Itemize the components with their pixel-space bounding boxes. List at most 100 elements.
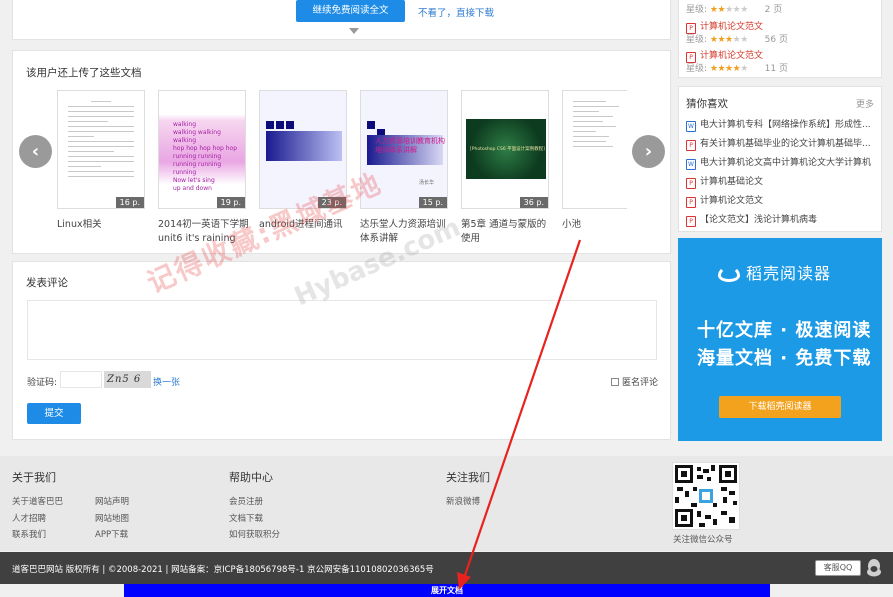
related-doc-meta: 星级: ★★★★★ 11 页 — [686, 64, 788, 74]
guess-item[interactable]: W 电大计算机专科【网络操作系统】形成性... — [686, 117, 878, 132]
captcha-image[interactable]: Zn5 6 — [104, 371, 151, 388]
footer-link[interactable]: 联系我们 — [12, 528, 46, 540]
comment-panel: 发表评论 验证码: Zn5 6 换一张 匿名评论 提交 — [12, 261, 671, 440]
page-count-badge: 23 p. — [317, 197, 346, 208]
doc-title[interactable]: 达乐堂人力资源培训体系讲解 — [360, 218, 452, 246]
captcha-input[interactable] — [60, 371, 102, 388]
qr-code-icon — [673, 463, 739, 529]
thumbnail-text: 人力资源培训教育机构 培训体系讲解 — [375, 137, 445, 154]
doc-card[interactable]: 人力资源培训教育机构 培训体系讲解 汤长华 15 p. 达乐堂人力资源培训体系讲… — [360, 90, 448, 246]
guess-item[interactable]: P 计算机基础论文 — [686, 174, 878, 189]
doc-carousel: 16 p. Linux相关 walking walking walking wa… — [57, 90, 627, 250]
footer-link[interactable]: APP下载 — [95, 528, 128, 540]
word-file-icon: W — [686, 159, 696, 170]
doc-thumbnail[interactable] — [562, 90, 627, 209]
comment-title: 发表评论 — [26, 277, 68, 289]
comment-textarea[interactable] — [27, 300, 657, 360]
pdf-file-icon: P — [686, 197, 696, 208]
footer-heading-help: 帮助中心 — [229, 471, 273, 484]
related-doc-item[interactable]: P 计算机论文范文 — [686, 48, 763, 63]
thumbnail-text: [Photoshop CS6 平面设计案例教程] — [470, 147, 545, 152]
qr-label: 关注微信公众号 — [673, 535, 733, 545]
doc-card[interactable]: 16 p. Linux相关 — [57, 90, 145, 232]
star-rating: ★★★★★ — [709, 5, 748, 15]
footer-link[interactable]: 会员注册 — [229, 495, 263, 507]
expand-document-bar[interactable]: 展开文档 — [124, 584, 770, 597]
continue-reading-panel: 继续免费阅读全文 不看了，直接下载 — [12, 0, 671, 40]
footer-link[interactable]: 如何获取积分 — [229, 528, 280, 540]
doc-title[interactable]: 小池 — [562, 218, 627, 232]
word-file-icon: W — [686, 121, 696, 132]
anonymous-label: 匿名评论 — [622, 378, 659, 388]
qq-penguin-icon[interactable] — [866, 559, 882, 577]
footer-heading-about: 关于我们 — [12, 471, 56, 484]
doc-thumbnail[interactable]: 16 p. — [57, 90, 145, 209]
thumbnail-subtext: 汤长华 — [419, 180, 435, 186]
docer-reader-ad[interactable]: 稻壳阅读器 十亿文库 · 极速阅读 海量文档 · 免费下载 下载稻壳阅读器 — [678, 238, 882, 441]
guess-item[interactable]: W 电大计算机论文高中计算机论文大学计算机 — [686, 155, 878, 170]
page-count-badge: 19 p. — [216, 197, 245, 208]
related-doc-item[interactable]: P 计算机论文范文 — [686, 19, 763, 34]
caret-down-icon[interactable] — [349, 28, 359, 34]
doc-thumbnail[interactable]: 人力资源培训教育机构 培训体系讲解 汤长华 15 p. — [360, 90, 448, 209]
checkbox-icon[interactable] — [611, 378, 619, 386]
carousel-next-button[interactable]: › — [632, 135, 665, 168]
doc-thumbnail[interactable]: 23 p. — [259, 90, 347, 209]
doc-title[interactable]: Linux相关 — [57, 218, 149, 232]
footer-heading-follow: 关注我们 — [446, 471, 490, 484]
user-uploads-panel: 该用户还上传了这些文档 ‹ 16 p. Linux相关 walking walk… — [12, 50, 671, 254]
related-docs-panel: 星级: ★★★★★ 2 页 P 计算机论文范文 星级: ★★★★★ 56 页 P计… — [678, 0, 882, 78]
doc-card[interactable]: walking walking walking walking hop hop … — [158, 90, 249, 246]
copyright-bar: 道客巴巴网站 版权所有 | ©2008-2021 | 网站备案：京ICP备180… — [0, 552, 893, 584]
page-count-badge: 36 p. — [519, 197, 548, 208]
copyright-text: 道客巴巴网站 版权所有 | ©2008-2021 | 网站备案：京ICP备180… — [12, 565, 434, 575]
page-count-badge: 15 p. — [418, 197, 447, 208]
site-footer: 关于我们 关于道客巴巴 网站声明 人才招聘 网站地图 联系我们 APP下载 帮助… — [0, 456, 893, 551]
doc-title[interactable]: 2014初一英语下学期unit6 it's raining — [158, 218, 250, 246]
wechat-qr-code — [672, 462, 740, 530]
docer-logo: 稻壳阅读器 — [718, 260, 831, 284]
footer-link[interactable]: 文档下载 — [229, 512, 263, 524]
download-reader-button[interactable]: 下载稻壳阅读器 — [719, 396, 841, 418]
more-link[interactable]: 更多 — [856, 97, 874, 110]
doc-thumbnail[interactable]: [Photoshop CS6 平面设计案例教程] 36 p. — [461, 90, 549, 209]
star-rating: ★★★★★ — [709, 35, 748, 45]
submit-button[interactable]: 提交 — [27, 403, 81, 424]
guess-item[interactable]: P 计算机论文范文 — [686, 193, 878, 208]
pdf-file-icon: P — [686, 178, 696, 189]
footer-link[interactable]: 网站地图 — [95, 512, 129, 524]
related-doc-title[interactable]: 计算机论文范文 — [700, 22, 763, 32]
carousel-prev-button[interactable]: ‹ — [19, 135, 52, 168]
shell-logo-icon — [718, 266, 740, 282]
doc-card[interactable]: [Photoshop CS6 平面设计案例教程] 36 p. 第5章 通道与蒙版… — [461, 90, 549, 246]
thumbnail-text: walking walking walking walking hop hop … — [173, 121, 238, 192]
footer-link[interactable]: 关于道客巴巴 — [12, 495, 63, 507]
footer-link[interactable]: 网站声明 — [95, 495, 129, 507]
ad-headline-1: 十亿文库 · 极速阅读 — [697, 320, 872, 341]
doc-card[interactable]: 23 p. android进程间通讯 — [259, 90, 347, 232]
guess-you-like-panel: 猜你喜欢 更多 W 电大计算机专科【网络操作系统】形成性... P 有关计算机基础毕… — [678, 86, 882, 232]
related-doc-title[interactable]: 计算机论文范文 — [700, 51, 763, 61]
ad-headline-2: 海量文档 · 免费下载 — [697, 348, 872, 369]
doc-title[interactable]: 第5章 通道与蒙版的使用 — [461, 218, 553, 246]
doc-thumbnail[interactable]: walking walking walking walking hop hop … — [158, 90, 246, 209]
continue-reading-button[interactable]: 继续免费阅读全文 — [296, 0, 405, 22]
captcha-refresh-link[interactable]: 换一张 — [153, 375, 180, 388]
page-count-badge: 16 p. — [115, 197, 144, 208]
customer-service-qq-button[interactable]: 客服QQ — [815, 560, 861, 576]
doc-card[interactable]: 小池 — [562, 90, 627, 232]
pdf-file-icon: P — [686, 216, 696, 227]
pdf-file-icon: P — [686, 140, 696, 151]
star-rating: ★★★★★ — [709, 64, 748, 74]
doc-title[interactable]: android进程间通讯 — [259, 218, 351, 232]
guess-item[interactable]: P 有关计算机基础毕业的论文计算机基础毕... — [686, 136, 878, 151]
captcha-label: 验证码: — [27, 378, 58, 388]
related-doc-meta: 星级: ★★★★★ 56 页 — [686, 35, 788, 45]
footer-link[interactable]: 人才招聘 — [12, 512, 46, 524]
guess-title: 猜你喜欢 — [686, 98, 728, 110]
guess-item[interactable]: P 【论文范文】浅论计算机病毒 — [686, 212, 878, 227]
related-doc-meta: 星级: ★★★★★ 2 页 — [686, 5, 783, 15]
direct-download-link[interactable]: 不看了，直接下载 — [418, 5, 494, 19]
footer-link[interactable]: 新浪微博 — [446, 495, 480, 507]
anonymous-checkbox[interactable]: 匿名评论 — [611, 375, 658, 388]
